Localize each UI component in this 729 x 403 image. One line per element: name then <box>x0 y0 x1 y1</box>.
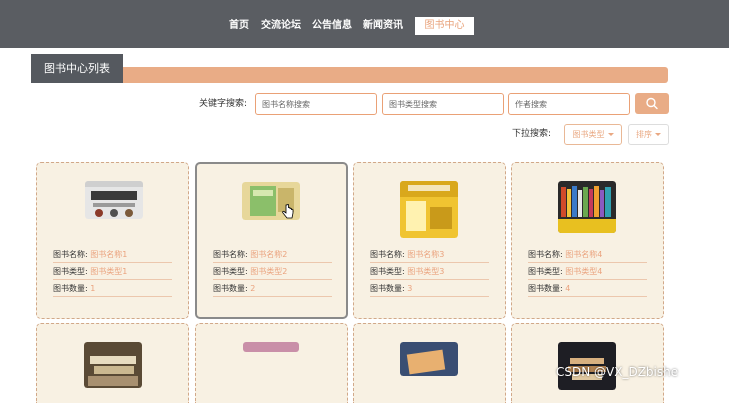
book-cover-sanguo-icon <box>85 181 143 219</box>
book-count-field: 图书数量: 4 <box>528 280 647 297</box>
book-card[interactable] <box>511 323 664 403</box>
book-type-field: 图书类型: 图书类型4 <box>528 263 647 280</box>
watermark: CSDN @VX_DZbishe <box>556 365 679 379</box>
nav-item-forum[interactable]: 交流论坛 <box>261 17 301 35</box>
book-name-value: 图书名称3 <box>407 250 445 259</box>
field-label: 图书类型: <box>53 267 88 276</box>
field-label: 图书名称: <box>370 250 405 259</box>
book-card[interactable]: 图书名称: 图书名称2 图书类型: 图书类型2 图书数量: 2 <box>195 162 348 319</box>
keyword-search-label: 关键字搜索: <box>199 99 248 109</box>
book-card[interactable] <box>353 323 506 403</box>
search-icon <box>646 97 658 110</box>
chevron-down-icon <box>655 133 661 136</box>
hand-cursor-icon <box>282 204 294 219</box>
book-name-value: 图书名称2 <box>250 250 288 259</box>
main-nav: 首页 交流论坛 公告信息 新闻资讯 图书中心 <box>0 17 729 35</box>
field-label: 图书数量: <box>528 284 563 293</box>
book-name-field: 图书名称: 图书名称4 <box>528 246 647 263</box>
book-cover-yellow-icon <box>400 181 458 238</box>
field-label: 图书数量: <box>53 284 88 293</box>
book-cover-stack-icon <box>84 342 142 388</box>
field-label: 图书数量: <box>213 284 248 293</box>
author-search-input[interactable] <box>508 93 630 115</box>
book-card[interactable]: 图书名称: 图书名称3 图书类型: 图书类型3 图书数量: 3 <box>353 162 506 319</box>
book-cover-shelf-icon <box>558 181 616 233</box>
field-label: 图书数量: <box>370 284 405 293</box>
field-label: 图书名称: <box>53 250 88 259</box>
title-bar <box>31 67 668 83</box>
book-count-field: 图书数量: 2 <box>213 280 332 297</box>
book-name-value: 图书名称1 <box>90 250 128 259</box>
field-label: 图书名称: <box>528 250 563 259</box>
search-button[interactable] <box>635 93 669 114</box>
sort-dropdown[interactable]: 排序 <box>628 124 669 145</box>
book-count-value: 2 <box>250 284 256 293</box>
book-count-value: 4 <box>565 284 571 293</box>
book-type-field: 图书类型: 图书类型1 <box>53 263 172 280</box>
sort-dropdown-label: 排序 <box>636 130 652 139</box>
book-cover-pink-icon <box>243 342 299 352</box>
field-label: 图书名称: <box>213 250 248 259</box>
dropdown-search-label: 下拉搜索: <box>512 129 552 139</box>
nav-item-home[interactable]: 首页 <box>229 17 249 35</box>
book-count-value: 1 <box>90 284 96 293</box>
book-type-value: 图书类型3 <box>407 267 445 276</box>
book-card[interactable] <box>36 323 189 403</box>
book-name-field: 图书名称: 图书名称2 <box>213 246 332 263</box>
chevron-down-icon <box>607 133 614 136</box>
book-type-dropdown-label: 图书类型 <box>572 130 605 139</box>
book-cover-blue-icon <box>400 342 458 376</box>
book-card[interactable] <box>195 323 348 403</box>
book-type-field: 图书类型: 图书类型2 <box>213 263 332 280</box>
book-name-field: 图书名称: 图书名称3 <box>370 246 489 263</box>
field-label: 图书类型: <box>370 267 405 276</box>
nav-item-news[interactable]: 新闻资讯 <box>363 17 403 35</box>
book-name-value: 图书名称4 <box>565 250 603 259</box>
top-nav-bar: 首页 交流论坛 公告信息 新闻资讯 图书中心 <box>0 0 729 48</box>
book-type-value: 图书类型1 <box>90 267 128 276</box>
book-count-field: 图书数量: 1 <box>53 280 172 297</box>
book-count-field: 图书数量: 3 <box>370 280 489 297</box>
field-label: 图书类型: <box>528 267 563 276</box>
page-title: 图书中心列表 <box>31 54 123 83</box>
nav-item-notices[interactable]: 公告信息 <box>312 17 352 35</box>
book-type-dropdown[interactable]: 图书类型 <box>564 124 622 145</box>
nav-item-book-center[interactable]: 图书中心 <box>415 17 474 35</box>
book-count-value: 3 <box>407 284 413 293</box>
book-type-search-input[interactable] <box>382 93 504 115</box>
book-type-field: 图书类型: 图书类型3 <box>370 263 489 280</box>
book-card[interactable]: 图书名称: 图书名称4 图书类型: 图书类型4 图书数量: 4 <box>511 162 664 319</box>
book-name-search-input[interactable] <box>255 93 377 115</box>
book-type-value: 图书类型4 <box>565 267 603 276</box>
book-card[interactable]: 图书名称: 图书名称1 图书类型: 图书类型1 图书数量: 1 <box>36 162 189 319</box>
book-name-field: 图书名称: 图书名称1 <box>53 246 172 263</box>
field-label: 图书类型: <box>213 267 248 276</box>
book-type-value: 图书类型2 <box>250 267 288 276</box>
